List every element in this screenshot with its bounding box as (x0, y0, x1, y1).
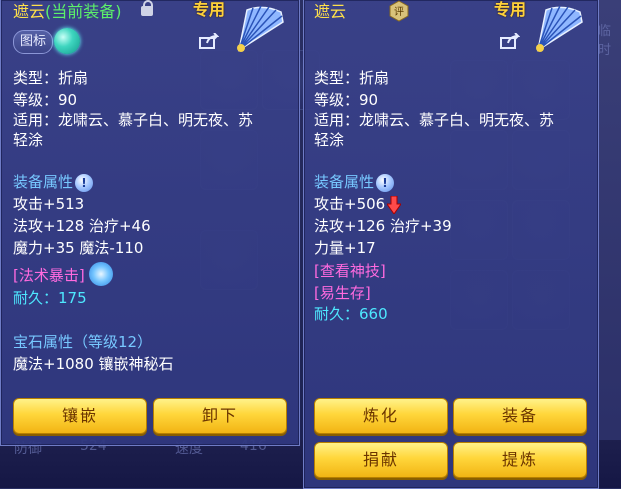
item-level: 等级：90 (13, 91, 78, 109)
extract-button[interactable]: 提炼 (453, 442, 587, 478)
easy-survive-skill[interactable]: [易生存] (314, 283, 371, 303)
equip-button[interactable]: 装备 (453, 398, 587, 434)
attributes-title-label: 装备属性 (314, 173, 375, 191)
special-skill: [法术暴击] (13, 262, 113, 288)
item-suitable-line1: 适用：龙啸云、慕子白、明无夜、苏 (13, 111, 254, 129)
attributes-title-label: 装备属性 (13, 173, 74, 191)
decrease-arrow-icon (387, 195, 402, 214)
view-divine-skill-link[interactable]: [查看神技] (314, 261, 386, 281)
attributes-title: 装备属性! (314, 172, 395, 192)
mana-stat: 魔力+35 魔法-110 (13, 239, 144, 257)
info-icon[interactable]: ! (376, 173, 395, 192)
gem-attribute-line: 魔法+1080 镶嵌神秘石 (13, 355, 174, 373)
fan-weapon-icon (237, 5, 284, 52)
lock-icon[interactable] (141, 0, 153, 16)
durability: 耐久：175 (13, 289, 87, 307)
bg-temp-label: 临时 (598, 24, 612, 58)
item-suitable-line2: 轻涂 (314, 131, 345, 149)
item-name: 遮云 (314, 2, 347, 21)
info-icon[interactable]: ! (75, 173, 94, 192)
share-icon[interactable] (199, 33, 219, 49)
share-icon[interactable] (500, 33, 520, 49)
equipped-status: (当前装备) (45, 2, 122, 21)
item-level: 等级：90 (314, 91, 379, 109)
attack-stat-label: 攻击+506 (314, 195, 386, 213)
compare-equipment-panel: 遮云 评 专用 类型：折扇 等级：90 适用：龙啸云、慕子白、明无夜、苏 轻涂 … (303, 0, 599, 489)
gem-attributes-title: 宝石属性（等级12） (13, 333, 153, 351)
attack-stat: 攻击+513 (13, 195, 85, 213)
item-type: 类型：折扇 (13, 69, 89, 87)
item-suitable-line2: 轻涂 (13, 131, 44, 149)
skill-swirl-icon[interactable] (88, 262, 113, 286)
donate-button[interactable]: 捐献 (314, 442, 448, 478)
refine-button[interactable]: 炼化 (314, 398, 448, 434)
right-edge-strip (597, 0, 621, 488)
appraise-tag-icon[interactable]: 评 (388, 0, 410, 22)
magic-heal-stat: 法攻+128 治疗+46 (13, 217, 151, 235)
fan-weapon-icon (536, 5, 583, 52)
attributes-title: 装备属性! (13, 172, 94, 192)
exclusive-badge: 专用 (494, 0, 527, 19)
appraise-tag-text: 评 (394, 6, 404, 18)
toggle-gem-icon[interactable] (54, 28, 80, 54)
item-suitable-line1: 适用：龙啸云、慕子白、明无夜、苏 (314, 111, 555, 129)
special-skill-label[interactable]: [法术暴击] (13, 267, 85, 285)
strength-stat: 力量+17 (314, 239, 376, 257)
item-type: 类型：折扇 (314, 69, 390, 87)
item-title: 遮云(当前装备) (13, 0, 122, 22)
attack-stat: 攻击+506 (314, 194, 402, 214)
current-equipment-panel: 遮云(当前装备) 专用 图标 类型：折扇 等级：90 适用：龙啸云、慕子白、明无… (0, 0, 300, 446)
item-title: 遮云 (314, 0, 346, 22)
icon-toggle-button[interactable]: 图标 (13, 30, 54, 54)
unequip-button[interactable]: 卸下 (153, 398, 287, 434)
durability: 耐久：660 (314, 305, 388, 323)
exclusive-badge: 专用 (193, 0, 226, 19)
inlay-button[interactable]: 镶嵌 (13, 398, 147, 434)
magic-heal-stat: 法攻+126 治疗+39 (314, 217, 452, 235)
item-name: 遮云 (13, 2, 46, 21)
